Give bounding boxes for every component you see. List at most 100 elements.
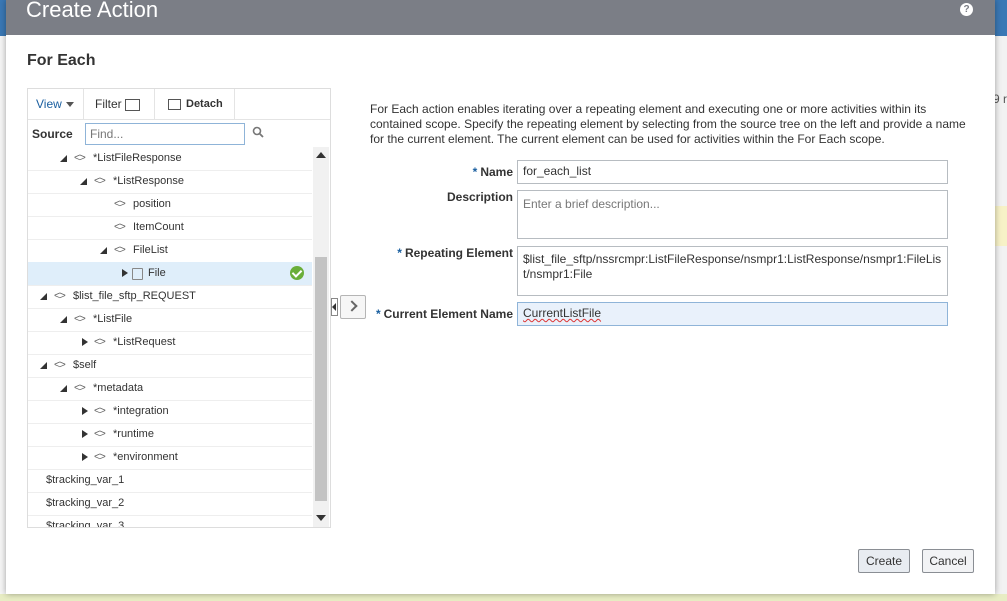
expanded-arrow-icon[interactable] bbox=[80, 170, 90, 193]
tree-scrollbar[interactable] bbox=[313, 147, 329, 527]
tree-row-label: *environment bbox=[113, 451, 178, 463]
file-repeat-icon bbox=[132, 268, 143, 280]
dialog-title: Create Action bbox=[26, 0, 159, 22]
detach-icon bbox=[168, 98, 181, 110]
repeating-element-field[interactable]: $list_file_sftp/nssrcmpr:ListFileRespons… bbox=[517, 246, 948, 296]
tree-row-label: $tracking_var_1 bbox=[46, 474, 125, 486]
tree-row[interactable]: <> $list_file_sftp_REQUEST bbox=[28, 285, 312, 309]
collapsed-arrow-icon[interactable] bbox=[80, 446, 90, 469]
collapsed-arrow-icon[interactable] bbox=[80, 400, 90, 423]
background-text-fragment: 9 r bbox=[992, 92, 1007, 106]
toolbar-divider bbox=[83, 89, 84, 119]
scroll-up-arrow-icon[interactable] bbox=[316, 152, 326, 158]
scrollbar-thumb[interactable] bbox=[315, 257, 327, 501]
detach-button[interactable]: Detach bbox=[168, 89, 223, 119]
view-menu-button[interactable]: View bbox=[36, 89, 74, 119]
current-element-name-value: CurrentListFile bbox=[523, 306, 602, 320]
current-element-name-label-text: Current Element Name bbox=[383, 307, 513, 321]
toolbar-divider bbox=[234, 89, 235, 119]
tree-row-label: position bbox=[133, 198, 171, 210]
filter-label: Filter bbox=[95, 97, 122, 111]
tree-row-label: FileList bbox=[133, 244, 168, 256]
check-icon bbox=[290, 266, 304, 280]
repeating-element-label: * Repeating Element bbox=[397, 246, 513, 260]
scroll-down-arrow-icon[interactable] bbox=[316, 515, 326, 521]
background-app-right-edge bbox=[995, 36, 1007, 601]
element-node-icon: <> bbox=[74, 382, 86, 394]
element-node-icon: <> bbox=[74, 152, 86, 164]
tree-row[interactable]: $tracking_var_2 bbox=[28, 492, 312, 516]
expanded-arrow-icon[interactable] bbox=[40, 285, 50, 308]
filter-button[interactable]: Filter bbox=[95, 89, 140, 119]
map-to-field-button[interactable] bbox=[340, 295, 366, 319]
tree-row[interactable]: <> *ListRequest bbox=[28, 331, 312, 355]
collapse-panel-handle[interactable] bbox=[331, 298, 338, 316]
tree-row[interactable]: <> *integration bbox=[28, 400, 312, 424]
expanded-arrow-icon[interactable] bbox=[60, 147, 70, 170]
tree-row[interactable]: <> *ListFile bbox=[28, 308, 312, 332]
tree-row[interactable]: <> ItemCount bbox=[28, 216, 312, 240]
element-node-icon: <> bbox=[94, 451, 106, 463]
search-icon[interactable] bbox=[252, 126, 264, 138]
tree-row-label: ItemCount bbox=[133, 221, 184, 233]
background-app-highlight bbox=[995, 206, 1007, 246]
view-menu-label: View bbox=[36, 97, 62, 111]
tree-row-label: $list_file_sftp_REQUEST bbox=[73, 290, 196, 302]
current-element-name-field[interactable]: CurrentListFile bbox=[517, 302, 948, 326]
tree-row-label: $self bbox=[73, 359, 97, 371]
tree-row[interactable]: <> *ListResponse bbox=[28, 170, 312, 194]
element-node-icon: <> bbox=[94, 428, 106, 440]
create-action-dialog: Create Action ? For Each View Filter Det… bbox=[6, 0, 995, 594]
tree-row[interactable]: <> $self bbox=[28, 354, 312, 378]
name-field-value: for_each_list bbox=[523, 164, 592, 178]
tree-row-label: *runtime bbox=[113, 428, 154, 440]
tree-row[interactable]: <> position bbox=[28, 193, 312, 217]
cancel-button[interactable]: Cancel bbox=[922, 549, 974, 573]
required-marker: * bbox=[472, 165, 478, 179]
collapsed-arrow-icon[interactable] bbox=[80, 331, 90, 354]
element-node-icon: <> bbox=[114, 244, 126, 256]
tree-row[interactable]: <> *ListFileResponse bbox=[28, 147, 312, 171]
collapsed-arrow-icon[interactable] bbox=[80, 423, 90, 446]
detach-label: Detach bbox=[186, 98, 223, 110]
tree-row[interactable]: $tracking_var_3 bbox=[28, 515, 312, 527]
required-marker: * bbox=[375, 307, 381, 321]
repeating-element-value: $list_file_sftp/nssrcmpr:ListFileRespons… bbox=[523, 252, 942, 281]
required-marker: * bbox=[397, 246, 402, 260]
name-field[interactable]: for_each_list bbox=[517, 160, 948, 184]
element-node-icon: <> bbox=[114, 198, 126, 210]
collapsed-arrow-icon[interactable] bbox=[120, 262, 130, 285]
description-label: Description bbox=[447, 190, 513, 204]
tree-row-label: $tracking_var_2 bbox=[46, 497, 125, 509]
tree-row-label: *ListResponse bbox=[113, 175, 184, 187]
filter-icon bbox=[124, 98, 140, 111]
section-title: For Each bbox=[27, 52, 96, 69]
tree-row-label: *integration bbox=[113, 405, 169, 417]
create-button[interactable]: Create bbox=[858, 549, 910, 573]
expanded-arrow-icon[interactable] bbox=[60, 308, 70, 331]
action-description-text: For Each action enables iterating over a… bbox=[370, 102, 966, 146]
tree-row[interactable]: File bbox=[28, 262, 312, 286]
element-node-icon: <> bbox=[54, 359, 66, 371]
source-tree: <> *ListFileResponse <> *ListResponse <> posi… bbox=[28, 147, 312, 527]
tree-row-label: $tracking_var_3 bbox=[46, 520, 125, 527]
help-icon[interactable]: ? bbox=[960, 3, 973, 16]
find-input[interactable] bbox=[85, 123, 245, 145]
description-label-text: Description bbox=[446, 190, 513, 204]
element-node-icon: <> bbox=[74, 313, 86, 325]
expanded-arrow-icon[interactable] bbox=[40, 354, 50, 377]
tree-row[interactable]: <> *runtime bbox=[28, 423, 312, 447]
description-field[interactable]: Enter a brief description... bbox=[517, 190, 948, 239]
tree-row[interactable]: <> *metadata bbox=[28, 377, 312, 401]
tree-row[interactable]: <> *environment bbox=[28, 446, 312, 470]
element-node-icon: <> bbox=[54, 290, 66, 302]
tree-row[interactable]: <> FileList bbox=[28, 239, 312, 263]
source-label: Source bbox=[32, 127, 73, 141]
repeating-element-label-text: Repeating Element bbox=[404, 246, 513, 260]
expanded-arrow-icon[interactable] bbox=[100, 239, 110, 262]
expanded-arrow-icon[interactable] bbox=[60, 377, 70, 400]
dialog-titlebar: Create Action ? bbox=[6, 0, 995, 35]
background-app-footer bbox=[0, 594, 1007, 601]
tree-row[interactable]: $tracking_var_1 bbox=[28, 469, 312, 493]
chevron-down-icon bbox=[65, 102, 74, 108]
